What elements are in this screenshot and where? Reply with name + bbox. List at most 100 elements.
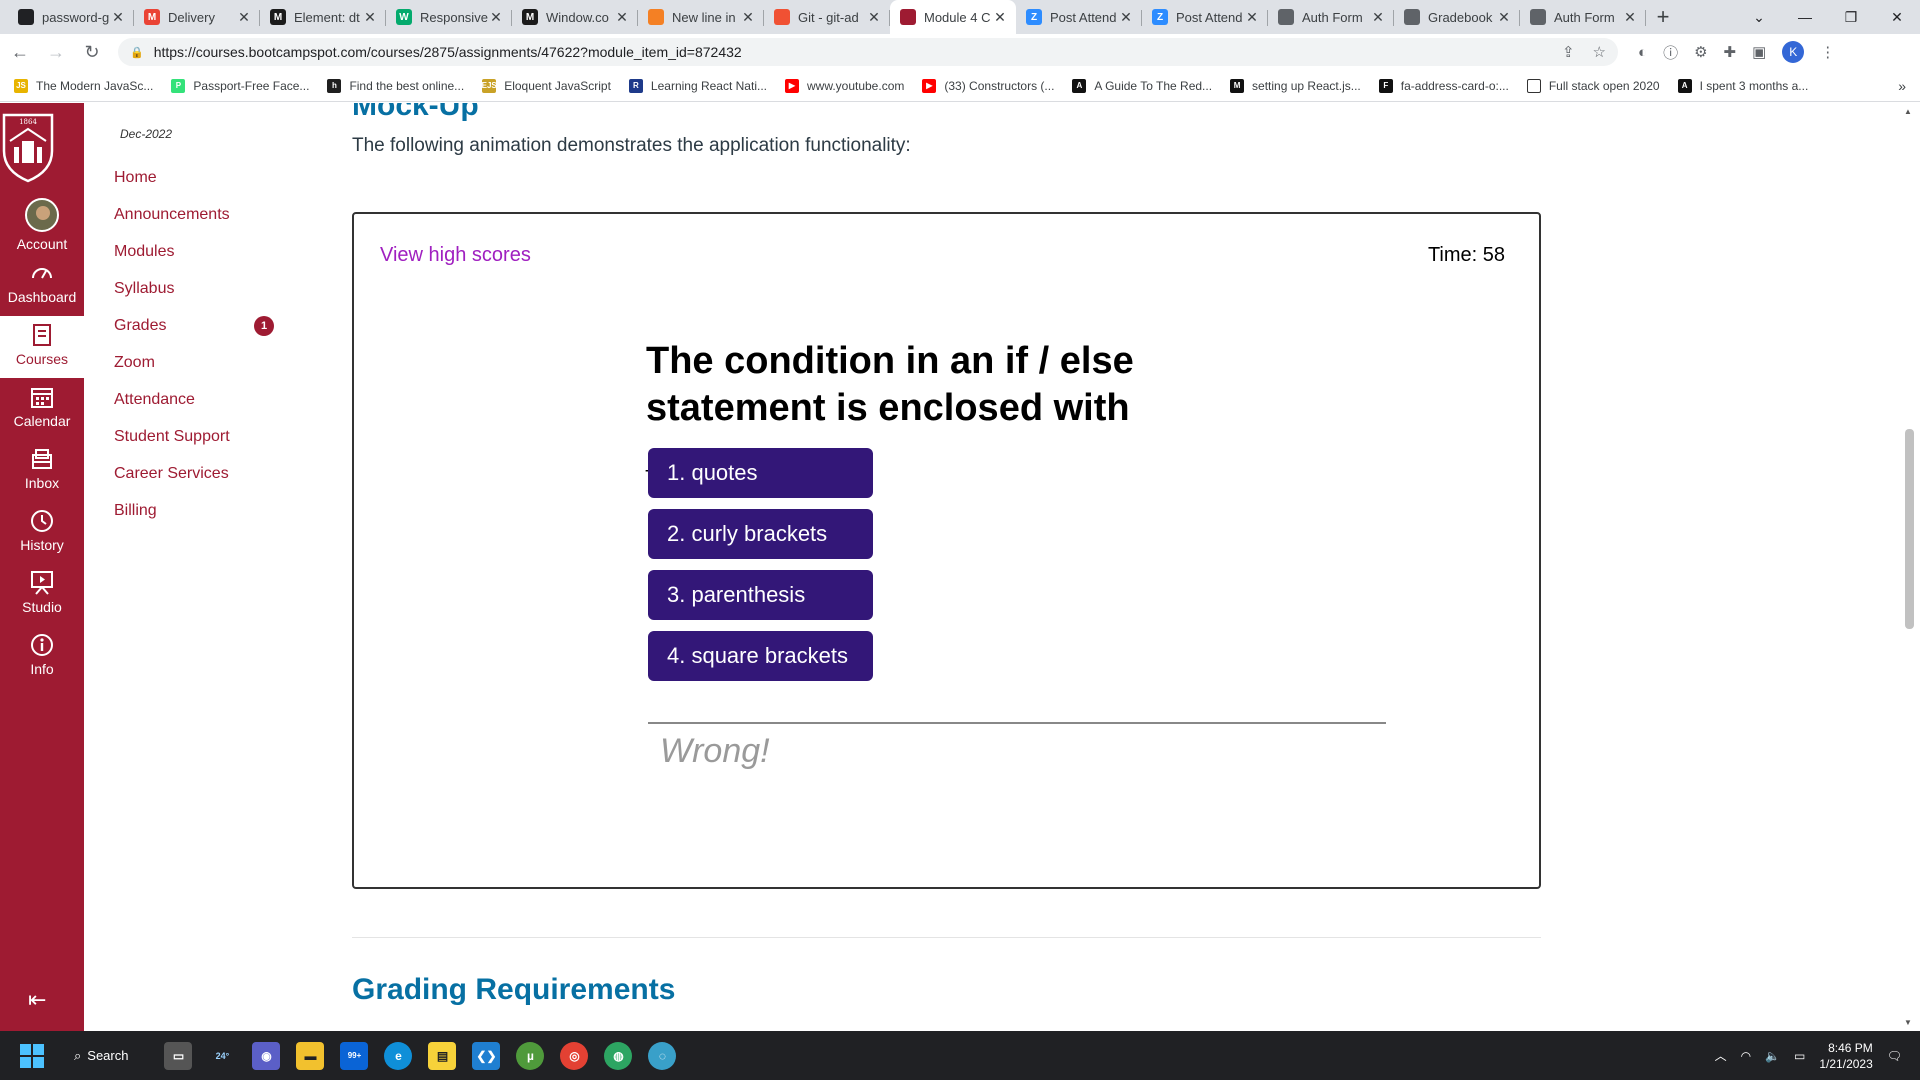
close-tab-icon[interactable]: ✕ bbox=[236, 9, 252, 26]
bookmark-item[interactable]: EJS Eloquent JavaScript bbox=[482, 78, 611, 93]
course-nav-zoom[interactable]: Zoom bbox=[114, 344, 274, 381]
bookmark-item[interactable]: A A Guide To The Red... bbox=[1072, 78, 1212, 93]
close-window-button[interactable]: ✕ bbox=[1874, 0, 1920, 34]
tab-search-icon[interactable]: ⌄ bbox=[1736, 0, 1782, 34]
close-tab-icon[interactable]: ✕ bbox=[1244, 9, 1260, 26]
extensions-puzzle-icon[interactable]: ✚ bbox=[1724, 43, 1737, 61]
global-nav-calendar[interactable]: Calendar bbox=[0, 378, 84, 440]
close-tab-icon[interactable]: ✕ bbox=[614, 9, 630, 26]
extension-icon-3[interactable]: ⚙ bbox=[1694, 43, 1707, 61]
extension-icon-2[interactable]: ⓘ bbox=[1663, 42, 1678, 63]
scroll-down-arrow[interactable]: ▼ bbox=[1904, 1018, 1912, 1027]
edge-browser-icon[interactable]: e bbox=[384, 1041, 413, 1070]
forward-button[interactable]: → bbox=[40, 36, 72, 68]
browser-tab[interactable]: M Window.co ✕ bbox=[512, 0, 638, 34]
close-tab-icon[interactable]: ✕ bbox=[866, 9, 882, 26]
close-tab-icon[interactable]: ✕ bbox=[992, 9, 1008, 26]
globe-app-icon[interactable]: ◍ bbox=[604, 1041, 633, 1070]
task-view-icon[interactable]: ▭ bbox=[164, 1041, 193, 1070]
browser-tab[interactable]: Gradebook ✕ bbox=[1394, 0, 1520, 34]
browser-tab[interactable]: Auth Form ✕ bbox=[1520, 0, 1646, 34]
browser-tab[interactable]: Z Post Attend ✕ bbox=[1142, 0, 1268, 34]
page-scrollbar[interactable]: ▲ ▼ bbox=[1898, 103, 1920, 1031]
browser-tab[interactable]: password-g ✕ bbox=[8, 0, 134, 34]
back-button[interactable]: ← bbox=[4, 36, 36, 68]
collapse-nav-icon[interactable]: ⇤ bbox=[28, 987, 46, 1013]
sticky-notes-icon[interactable]: ▤ bbox=[428, 1041, 457, 1070]
global-nav-account[interactable]: Account bbox=[0, 192, 84, 254]
answer-choice-button[interactable]: 4. square brackets bbox=[648, 631, 873, 681]
bookmark-item[interactable]: h Find the best online... bbox=[327, 78, 464, 93]
bookmark-item[interactable]: Full stack open 2020 bbox=[1526, 78, 1660, 93]
chrome-icon[interactable]: ◎ bbox=[560, 1041, 589, 1070]
network-app-icon[interactable]: ◌ bbox=[648, 1041, 677, 1070]
volume-icon[interactable]: 🔈 bbox=[1765, 1049, 1780, 1063]
bookmark-item[interactable]: A I spent 3 months a... bbox=[1677, 78, 1808, 93]
browser-tab[interactable]: Module 4 C ✕ bbox=[890, 0, 1016, 34]
share-icon[interactable]: ⇪ bbox=[1562, 43, 1575, 61]
course-nav-modules[interactable]: Modules bbox=[114, 233, 274, 270]
reload-button[interactable]: ↻ bbox=[76, 36, 108, 68]
taskbar-search[interactable]: ⌕ Search bbox=[74, 1048, 128, 1064]
battery-icon[interactable]: ▭ bbox=[1794, 1049, 1805, 1063]
close-tab-icon[interactable]: ✕ bbox=[488, 9, 504, 26]
minimize-button[interactable]: — bbox=[1782, 0, 1828, 34]
course-nav-home[interactable]: Home bbox=[114, 159, 274, 196]
bookmarks-overflow-button[interactable]: » bbox=[1898, 78, 1906, 94]
profile-avatar[interactable]: K bbox=[1782, 41, 1805, 63]
chrome-menu-icon[interactable]: ⋮ bbox=[1820, 43, 1835, 61]
wifi-icon[interactable]: ◠ bbox=[1741, 1049, 1751, 1063]
browser-tab[interactable]: M Delivery ✕ bbox=[134, 0, 260, 34]
course-nav-career-services[interactable]: Career Services bbox=[114, 455, 274, 492]
new-tab-button[interactable]: + bbox=[1646, 0, 1680, 34]
course-nav-syllabus[interactable]: Syllabus bbox=[114, 270, 274, 307]
utorrent-icon[interactable]: µ bbox=[516, 1041, 545, 1070]
answer-choice-button[interactable]: 2. curly brackets bbox=[648, 509, 873, 559]
teams-chat-icon[interactable]: ◉ bbox=[252, 1041, 281, 1070]
global-nav-courses[interactable]: Courses bbox=[0, 316, 84, 378]
mail-icon[interactable]: 99+ bbox=[340, 1041, 369, 1070]
close-tab-icon[interactable]: ✕ bbox=[1370, 9, 1386, 26]
bookmark-item[interactable]: Msetting up React.js... bbox=[1230, 78, 1361, 93]
close-tab-icon[interactable]: ✕ bbox=[362, 9, 378, 26]
course-nav-announcements[interactable]: Announcements bbox=[114, 196, 274, 233]
global-nav-studio[interactable]: Studio bbox=[0, 564, 84, 626]
answer-choice-button[interactable]: 3. parenthesis bbox=[648, 570, 873, 620]
bookmark-item[interactable]: R Learning React Nati... bbox=[628, 78, 767, 93]
global-nav-dashboard[interactable]: Dashboard bbox=[0, 254, 84, 316]
weather-widget-icon[interactable]: 24° bbox=[208, 1042, 236, 1070]
browser-tab[interactable]: M Element: dt ✕ bbox=[260, 0, 386, 34]
close-tab-icon[interactable]: ✕ bbox=[1622, 9, 1638, 26]
extension-icon[interactable]: ◐ bbox=[1638, 44, 1647, 61]
course-nav-grades[interactable]: Grades 1 bbox=[114, 307, 274, 344]
global-nav-history[interactable]: History bbox=[0, 502, 84, 564]
university-logo[interactable]: 1864 bbox=[0, 111, 56, 183]
scrollbar-thumb[interactable] bbox=[1905, 429, 1914, 629]
side-panel-icon[interactable]: ▣ bbox=[1752, 43, 1766, 61]
course-nav-student-support[interactable]: Student Support bbox=[114, 418, 274, 455]
url-bar[interactable]: 🔒 https://courses.bootcampspot.com/cours… bbox=[118, 38, 1618, 66]
taskbar-clock[interactable]: 8:46 PM 1/21/2023 bbox=[1819, 1040, 1872, 1072]
windows-start-button[interactable] bbox=[20, 1043, 44, 1068]
scroll-up-arrow[interactable]: ▲ bbox=[1904, 107, 1912, 116]
close-tab-icon[interactable]: ✕ bbox=[110, 9, 126, 26]
global-nav-info[interactable]: Info bbox=[0, 626, 84, 688]
answer-choice-button[interactable]: 1. quotes bbox=[648, 448, 873, 498]
close-tab-icon[interactable]: ✕ bbox=[1118, 9, 1134, 26]
view-high-scores-link[interactable]: View high scores bbox=[380, 244, 531, 267]
vscode-icon[interactable]: ❮❯ bbox=[472, 1041, 501, 1070]
browser-tab[interactable]: New line in ✕ bbox=[638, 0, 764, 34]
bookmark-item[interactable]: JS The Modern JavaSc... bbox=[14, 78, 153, 93]
close-tab-icon[interactable]: ✕ bbox=[740, 9, 756, 26]
bookmark-item[interactable]: ▶ www.youtube.com bbox=[784, 78, 904, 93]
bookmark-star-icon[interactable]: ☆ bbox=[1593, 43, 1606, 61]
browser-tab[interactable]: Auth Form ✕ bbox=[1268, 0, 1394, 34]
browser-tab[interactable]: Z Post Attend ✕ bbox=[1016, 0, 1142, 34]
global-nav-inbox[interactable]: Inbox bbox=[0, 440, 84, 502]
close-tab-icon[interactable]: ✕ bbox=[1496, 9, 1512, 26]
tray-overflow-icon[interactable]: ︿ bbox=[1715, 1047, 1727, 1064]
course-nav-billing[interactable]: Billing bbox=[114, 492, 274, 529]
file-explorer-icon[interactable]: ▬ bbox=[296, 1041, 325, 1070]
bookmark-item[interactable]: Ffa-address-card-o:... bbox=[1378, 78, 1509, 93]
browser-tab[interactable]: Git - git-ad ✕ bbox=[764, 0, 890, 34]
